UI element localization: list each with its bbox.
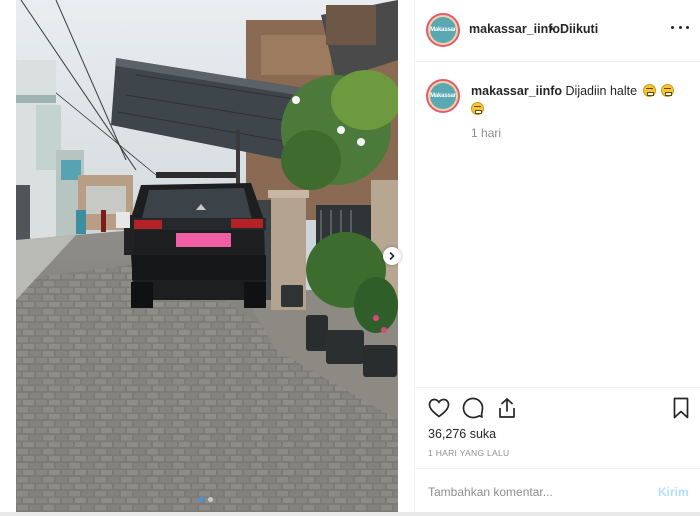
post-caption: makassar_iinfo Dijadiin halte (471, 82, 693, 118)
caption-username[interactable]: makassar_iinfo (471, 84, 562, 98)
street-scene-image (16, 0, 398, 512)
avatar-logo-text: Makassar (430, 93, 456, 99)
caption-text: Dijadiin halte (565, 84, 638, 98)
carousel-dot-active (199, 497, 204, 502)
post-side-panel: Makassar makassar_iinfo • Diikuti Makass… (414, 0, 700, 512)
carousel-next-button[interactable] (383, 247, 401, 265)
bookmark-icon[interactable] (669, 396, 693, 420)
avatar-image: Makassar (430, 83, 456, 109)
carousel-dot (208, 497, 213, 502)
comment-icon[interactable] (461, 396, 485, 420)
author-avatar[interactable]: Makassar (426, 13, 460, 47)
instagram-post-modal: Makassar makassar_iinfo • Diikuti Makass… (0, 0, 700, 516)
author-username[interactable]: makassar_iinfo (469, 22, 560, 36)
grinning-sweat-emoji-icon (661, 84, 675, 97)
add-comment-bar: Kirim (415, 468, 700, 512)
carousel-indicator (199, 497, 213, 502)
post-photo[interactable] (16, 0, 398, 512)
caption-timestamp[interactable]: 1 hari (471, 126, 501, 140)
avatar-logo-text: Makassar (430, 27, 456, 33)
more-options-button[interactable] (671, 18, 689, 36)
avatar-image: Makassar (430, 17, 456, 43)
comment-input[interactable] (428, 484, 638, 500)
more-horizontal-icon (671, 25, 674, 29)
share-icon[interactable] (495, 396, 519, 420)
bottom-border (0, 512, 700, 516)
send-comment-button[interactable]: Kirim (658, 485, 689, 499)
chevron-right-icon (389, 251, 395, 261)
post-date[interactable]: 1 HARI YANG LALU (428, 448, 510, 458)
caption-author-avatar[interactable]: Makassar (426, 79, 460, 113)
follow-status-button[interactable]: Diikuti (560, 22, 598, 36)
grinning-sweat-emoji-icon (471, 102, 484, 115)
actions-divider (415, 387, 700, 388)
post-header: Makassar makassar_iinfo • Diikuti (415, 0, 700, 62)
grinning-sweat-emoji-icon (642, 84, 656, 97)
likes-count[interactable]: 36,276 suka (428, 427, 496, 441)
header-separator: • (549, 22, 554, 36)
left-margin (0, 0, 16, 516)
more-horizontal-icon-dot (678, 25, 682, 29)
more-horizontal-icon-dot (686, 25, 689, 29)
heart-icon[interactable] (427, 396, 451, 420)
